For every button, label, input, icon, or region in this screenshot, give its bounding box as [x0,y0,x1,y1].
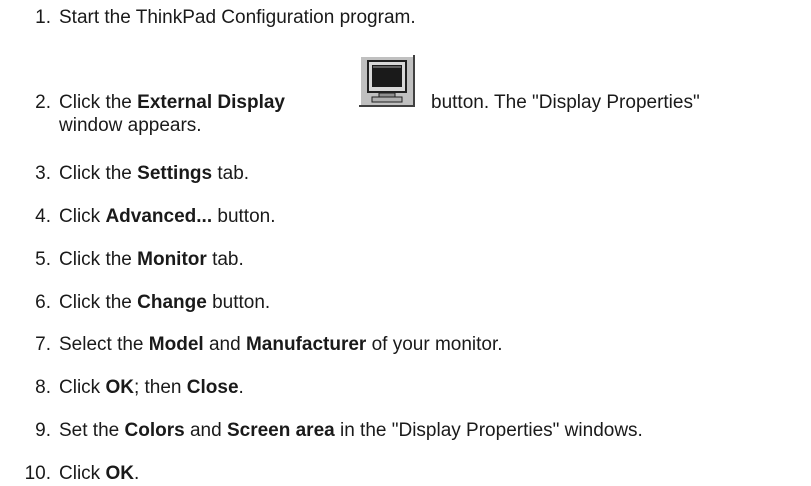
step-number: 1. [35,7,51,28]
step-text-part: Click the [59,292,138,313]
step-text-part: . [133,463,140,484]
step-text-part: Start the ThinkPad Configuration program… [59,7,416,28]
step-text: window appears. [59,115,202,136]
step-text: Set the Colors and Screen area in the "D… [59,419,643,443]
step-text: Click the External Display [59,91,285,115]
step-text-bold: Model [148,334,204,355]
step-text-part: Click the [59,163,138,184]
step-text-part: Click [59,377,106,398]
step-text-part: Click [59,463,106,484]
step-text: Click OK; then Close. [59,376,244,400]
step-text: Click the Monitor tab. [59,248,244,272]
step-text-bold: Manufacturer [245,334,367,355]
step-text: Click the Settings tab. [59,162,249,186]
monitor-icon [359,55,415,107]
step-text: Click Advanced... button. [59,205,276,229]
step-text-part: . [238,377,244,398]
step-text-bold: OK [105,377,134,398]
step-text: Click OK. [59,462,139,486]
step-text-part: of your monitor. [366,334,503,355]
step-text: Start the ThinkPad Configuration program… [59,6,416,30]
step-number: 8. [35,377,51,398]
step-text-bold: External Display [137,92,285,113]
step-number: 10. [24,463,51,484]
step-text-part: and [184,420,227,441]
step-number: 2. [35,92,51,113]
step-number: 6. [35,292,51,313]
step-text-part: Click [59,206,106,227]
step-number: 5. [35,249,51,270]
step-text-part: Click the [59,92,138,113]
step-text-part: ; then [133,377,187,398]
step-text: Select the Model and Manufacturer of you… [59,333,503,357]
step-text-bold: Settings [137,163,213,184]
step-text-part: tab. [212,163,250,184]
step-text-part: and [203,334,246,355]
step-text-part: button. [206,292,271,313]
step-number: 7. [35,334,51,355]
step-text-part: in the "Display Properties" windows. [334,420,643,441]
external-display-monitor-icon[interactable] [359,55,415,107]
step-text: Click the Change button. [59,291,270,315]
step-text-bold: Screen area [226,420,335,441]
step-number: 3. [35,163,51,184]
step-text-after-icon: button. The "Display Properties" [431,92,700,113]
step-number: 4. [35,206,51,227]
step-text-bold: Close [186,377,239,398]
step-number: 9. [35,420,51,441]
step-text-part: Set the [59,420,125,441]
step-text-bold: Advanced... [105,206,213,227]
step-text-part: button. [212,206,276,227]
step-text-bold: Monitor [137,249,207,270]
step-text-part: tab. [206,249,244,270]
step-text-bold: OK [105,463,134,484]
step-text-bold: Change [137,292,207,313]
step-text-bold: Colors [124,420,185,441]
step-text-part: Click the [59,249,138,270]
step-text-part: Select the [59,334,149,355]
